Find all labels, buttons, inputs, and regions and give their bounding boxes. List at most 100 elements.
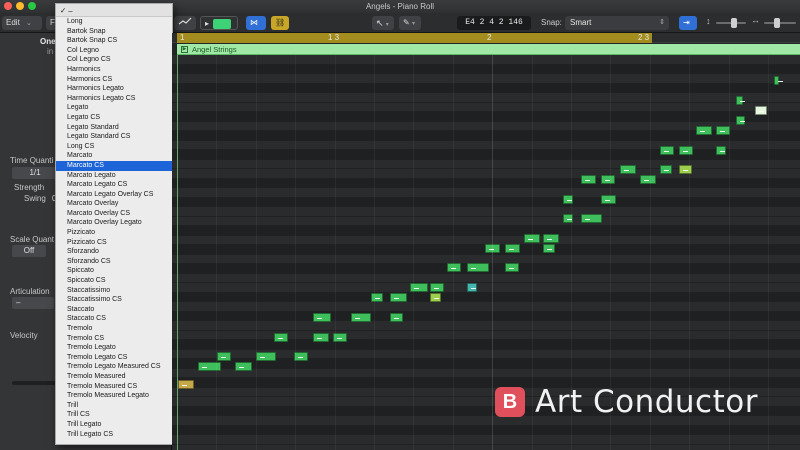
menu-item[interactable]: Long: [56, 17, 172, 27]
menu-item[interactable]: Legato CS: [56, 113, 172, 123]
menu-item[interactable]: Staccatissimo CS: [56, 295, 172, 305]
pitch-lane[interactable]: [172, 197, 800, 207]
zoom-window-button[interactable]: [28, 2, 36, 10]
pitch-lane[interactable]: [172, 273, 800, 283]
menu-item[interactable]: Harmonics: [56, 65, 172, 75]
midi-note[interactable]: [217, 352, 231, 361]
menu-item[interactable]: Harmonics Legato CS: [56, 94, 172, 104]
midi-note[interactable]: [256, 352, 276, 361]
horizontal-zoom-knob[interactable]: [774, 18, 780, 28]
pitch-lane[interactable]: [172, 83, 800, 93]
articulation-select[interactable]: –: [12, 297, 54, 309]
pitch-lane[interactable]: [172, 311, 800, 321]
pitch-lane[interactable]: [172, 425, 800, 435]
pencil-tool-button[interactable]: ✎ ▾: [399, 16, 421, 30]
menu-item[interactable]: Trill Legato CS: [56, 430, 172, 440]
pitch-lane[interactable]: [172, 444, 800, 450]
collapse-button[interactable]: ⇥: [679, 16, 697, 30]
menu-item[interactable]: Tremolo CS: [56, 334, 172, 344]
midi-note[interactable]: [390, 313, 403, 322]
menu-item[interactable]: Staccatissimo: [56, 286, 172, 296]
midi-note[interactable]: [679, 146, 693, 155]
menu-item[interactable]: Pizzicato: [56, 228, 172, 238]
midi-note[interactable]: [447, 263, 461, 272]
menu-item[interactable]: Tremolo Measured: [56, 372, 172, 382]
menu-item[interactable]: Marcato: [56, 151, 172, 161]
time-quantize-select[interactable]: 1/1: [12, 167, 58, 179]
menu-item[interactable]: Col Legno CS: [56, 55, 172, 65]
pitch-lane[interactable]: [172, 140, 800, 150]
menu-item[interactable]: Pizzicato CS: [56, 238, 172, 248]
pitch-lane[interactable]: [172, 159, 800, 169]
menu-item[interactable]: Tremolo: [56, 324, 172, 334]
pitch-lane[interactable]: [172, 340, 800, 350]
menu-item[interactable]: Spiccato CS: [56, 276, 172, 286]
midi-note[interactable]: [313, 313, 331, 322]
region-header[interactable]: ▶ Angel Strings: [177, 44, 800, 55]
midi-note[interactable]: [774, 76, 783, 85]
midi-note[interactable]: [696, 126, 712, 135]
menu-item[interactable]: Spiccato: [56, 266, 172, 276]
pitch-lane[interactable]: [172, 226, 800, 236]
midi-note[interactable]: [274, 333, 288, 342]
midi-note[interactable]: [351, 313, 371, 322]
midi-note[interactable]: [736, 96, 745, 105]
minimize-window-button[interactable]: [16, 2, 24, 10]
midi-note[interactable]: [601, 175, 615, 184]
menu-item[interactable]: Tremolo Legato: [56, 343, 172, 353]
pitch-lane[interactable]: [172, 368, 800, 378]
bar-ruler[interactable]: 1 1 3 2 2 3: [172, 33, 800, 43]
snap-select[interactable]: Smart ⇕: [565, 16, 669, 30]
midi-note[interactable]: [755, 106, 767, 115]
pitch-lane[interactable]: [172, 102, 800, 112]
midi-note[interactable]: [178, 380, 194, 389]
midi-note[interactable]: [313, 333, 329, 342]
midi-note[interactable]: [716, 146, 726, 155]
scale-quantize-select[interactable]: Off: [12, 245, 46, 257]
menu-item[interactable]: Legato Standard CS: [56, 132, 172, 142]
pitch-lane[interactable]: [172, 55, 800, 65]
midi-note[interactable]: [581, 214, 602, 223]
menu-item[interactable]: Marcato Overlay: [56, 199, 172, 209]
midi-note[interactable]: [505, 263, 519, 272]
menu-item[interactable]: Marcato Legato CS: [56, 180, 172, 190]
midi-note[interactable]: [390, 293, 407, 302]
midi-out-icon[interactable]: [213, 18, 232, 29]
midi-note[interactable]: [543, 244, 555, 253]
midi-note[interactable]: [543, 234, 559, 243]
pitch-lane[interactable]: [172, 302, 800, 312]
midi-note[interactable]: [371, 293, 383, 302]
pitch-lane[interactable]: [172, 112, 800, 122]
menu-item[interactable]: Tremolo Measured Legato: [56, 391, 172, 401]
menu-item[interactable]: Col Legno: [56, 46, 172, 56]
menu-item[interactable]: Marcato Legato: [56, 171, 172, 181]
pitch-lane[interactable]: [172, 64, 800, 74]
pitch-lane[interactable]: [172, 435, 800, 445]
midi-note[interactable]: [620, 165, 636, 174]
pitch-lane[interactable]: [172, 283, 800, 293]
menu-item[interactable]: Marcato Overlay Legato: [56, 218, 172, 228]
midi-note[interactable]: [601, 195, 616, 204]
pitch-lane[interactable]: [172, 216, 800, 226]
link-button[interactable]: ⛓: [271, 16, 289, 30]
pointer-tool-button[interactable]: ↖ ▾: [372, 16, 394, 30]
pitch-lane[interactable]: [172, 292, 800, 302]
midi-in-button[interactable]: [174, 16, 196, 30]
pitch-lane[interactable]: [172, 150, 800, 160]
pitch-lane[interactable]: [172, 74, 800, 84]
midi-note[interactable]: [505, 244, 520, 253]
menu-item[interactable]: Legato: [56, 103, 172, 113]
menu-item[interactable]: Staccato: [56, 305, 172, 315]
edit-menu-button[interactable]: Edit ⌄: [2, 16, 42, 30]
menu-item[interactable]: Bartok Snap CS: [56, 36, 172, 46]
menu-item[interactable]: Long CS: [56, 142, 172, 152]
midi-note[interactable]: [736, 116, 745, 125]
horizontal-zoom-slider[interactable]: [764, 22, 796, 24]
midi-note[interactable]: [640, 175, 656, 184]
midi-note[interactable]: [467, 283, 477, 292]
menu-item[interactable]: Bartok Snap: [56, 27, 172, 37]
midi-note[interactable]: [660, 165, 672, 174]
pitch-lane[interactable]: [172, 207, 800, 217]
pitch-lane[interactable]: [172, 321, 800, 331]
menu-item[interactable]: Trill: [56, 401, 172, 411]
